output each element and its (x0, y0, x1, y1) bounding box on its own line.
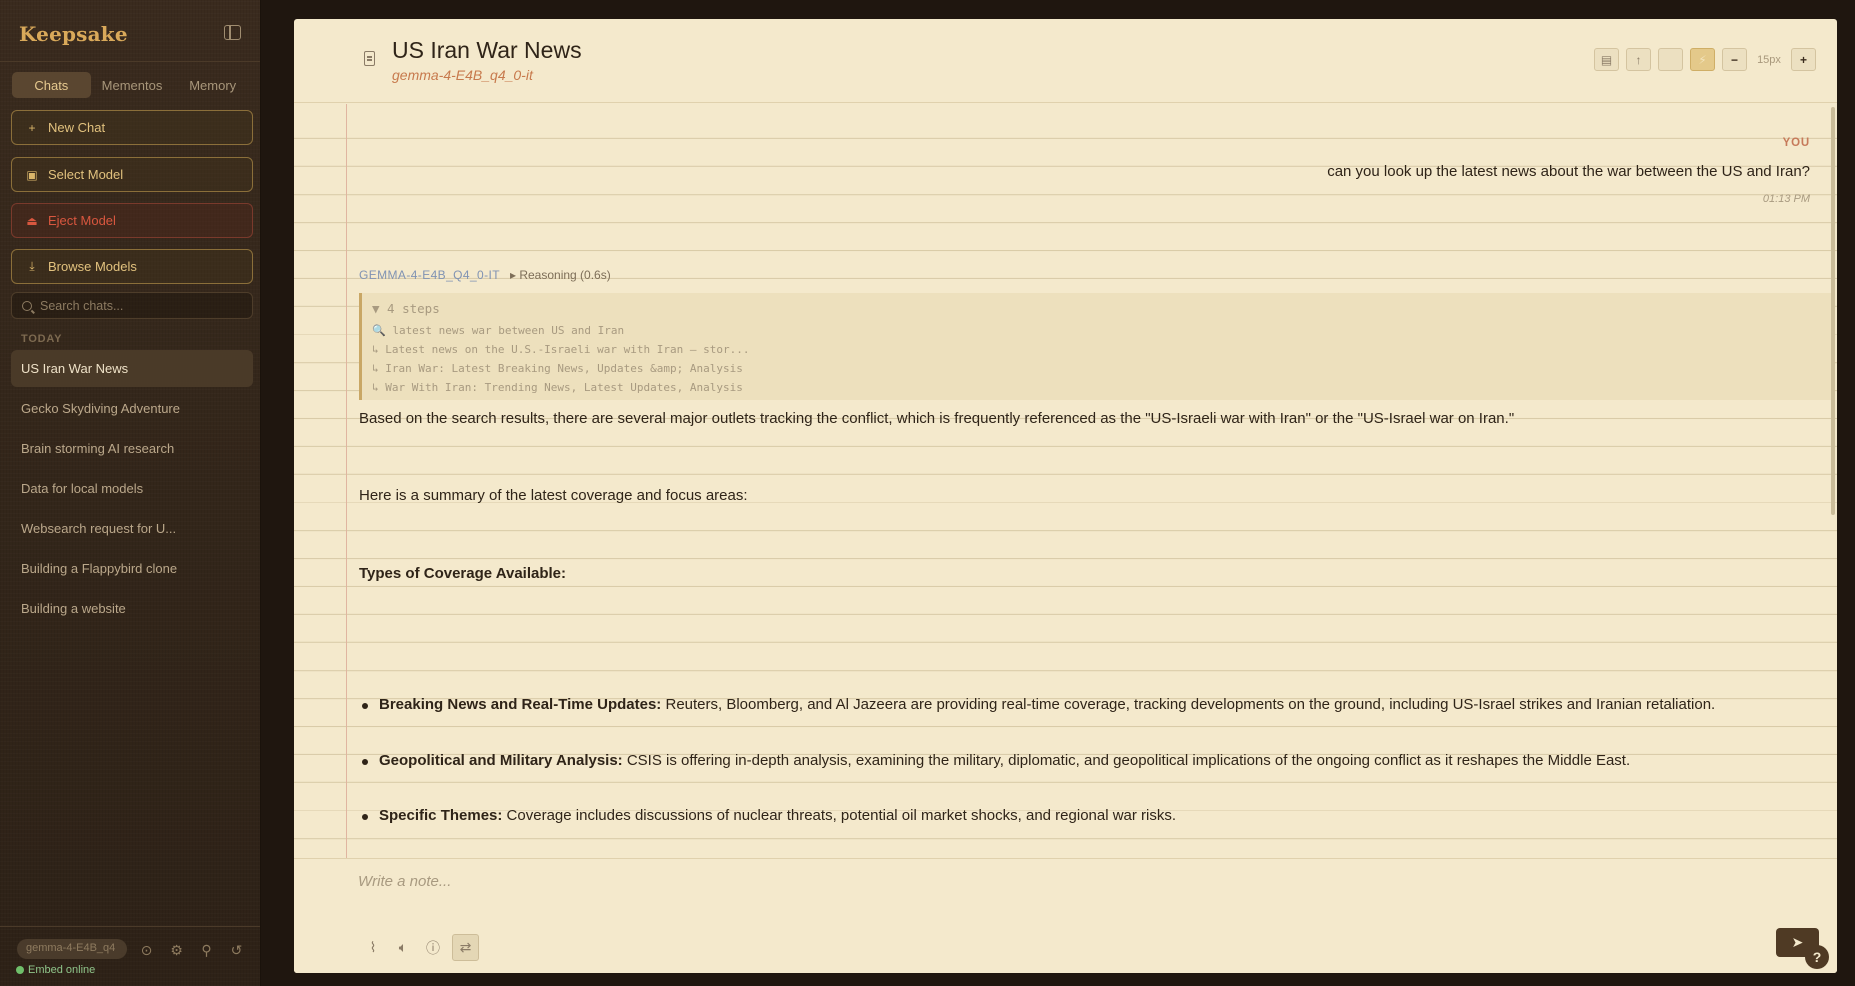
font-decrease-button[interactable]: − (1722, 48, 1747, 71)
eject-icon: ⏏ (26, 213, 38, 228)
chat-item[interactable]: Building a Flappybird clone (11, 550, 253, 587)
bullet-text: Coverage includes discussions of nuclear… (502, 807, 1177, 824)
browse-models-button[interactable]: ⤓ Browse Models (11, 249, 253, 284)
user-label: YOU (1782, 137, 1810, 149)
tab-memory[interactable]: Memory (173, 72, 252, 98)
chat-panel: US Iran War News gemma-4-E4B_q4_0-it ▤ ↑… (294, 19, 1837, 973)
composer-tools: ⌇ 🔈︎ ⓘ ⇄ (362, 934, 479, 961)
upload-icon[interactable]: ↑ (1626, 48, 1651, 71)
export-doc-icon[interactable]: ▤ (1594, 48, 1619, 71)
font-size-readout: 15px (1757, 53, 1781, 66)
section-today-label: TODAY (21, 333, 63, 345)
step-line: ↳ Iran War: Latest Breaking News, Update… (372, 362, 743, 375)
speaker-icon[interactable]: 🔈︎ (392, 937, 414, 959)
chat-item[interactable]: US Iran War News (11, 350, 253, 387)
new-chat-button[interactable]: + New Chat (11, 110, 253, 145)
chat-item[interactable]: Data for local models (11, 470, 253, 507)
notebook-icon (364, 51, 375, 66)
plus-icon: + (28, 120, 36, 135)
chat-item[interactable]: Brain storming AI research (11, 430, 253, 467)
reasoning-toggle[interactable]: ▸ Reasoning (0.6s) (510, 268, 611, 282)
user-message: can you look up the latest news about th… (1327, 163, 1810, 180)
assistant-summary: Here is a summary of the latest coverage… (359, 487, 748, 504)
note-input[interactable] (358, 873, 1738, 903)
chip-icon: ▣ (26, 167, 38, 182)
paperclip-icon[interactable]: ⌇ (362, 937, 384, 959)
lightning-icon[interactable]: ⚡ (1690, 48, 1715, 71)
chat-header: US Iran War News gemma-4-E4B_q4_0-it ▤ ↑… (294, 19, 1837, 103)
assistant-name: GEMMA-4-E4B_Q4_0-IT (359, 268, 500, 282)
model-subtitle: gemma-4-E4B_q4_0-it (392, 67, 533, 83)
sidebar: Keepsake Chats Mementos Memory + New Cha… (0, 0, 261, 986)
list-item: Geopolitical and Military Analysis: CSIS… (359, 752, 1819, 769)
eject-model-label: Eject Model (48, 213, 116, 228)
bullet-text: Reuters, Bloomberg, and Al Jazeera are p… (661, 696, 1716, 713)
embed-status: Embed online (16, 964, 95, 976)
header-toolbar: ▤ ↑ ⚡ − 15px + (1594, 48, 1816, 71)
margin-line (346, 104, 347, 973)
search-input[interactable] (40, 298, 240, 313)
settings-alt-icon[interactable]: ⊙ (138, 942, 155, 959)
sidebar-header: Keepsake (0, 0, 260, 62)
history-icon[interactable]: ↺ (228, 942, 245, 959)
status-dot-icon (16, 966, 24, 974)
chat-item[interactable]: Gecko Skydiving Adventure (11, 390, 253, 427)
bullet-text: CSIS is offering in-depth analysis, exam… (622, 752, 1631, 769)
assistant-heading: Types of Coverage Available: (359, 565, 567, 582)
step-line: 🔍 latest news war between US and Iran (372, 324, 625, 337)
help-circle-icon[interactable]: ⓘ (422, 937, 444, 959)
sidebar-footer: gemma-4-E4B_q4 Embed online ⊙ ⚙ ⚲ ↺ (0, 926, 260, 986)
font-increase-button[interactable]: + (1791, 48, 1816, 71)
conversation-lined-paper (294, 104, 1837, 858)
chat-list: US Iran War News Gecko Skydiving Adventu… (11, 350, 253, 630)
new-chat-label: New Chat (48, 120, 106, 135)
eject-model-button[interactable]: ⏏ Eject Model (11, 203, 253, 238)
chat-item[interactable]: Building a website (11, 590, 253, 627)
download-icon: ⤓ (29, 259, 35, 273)
chat-search (11, 292, 253, 319)
browse-models-label: Browse Models (48, 259, 137, 274)
steps-toggle[interactable]: ▼ 4 steps (372, 301, 1831, 316)
repeat-icon[interactable]: ⇄ (452, 934, 479, 961)
list-item: Specific Themes: Coverage includes discu… (359, 807, 1819, 824)
page-title: US Iran War News (392, 37, 582, 63)
bullet-title: Breaking News and Real-Time Updates: (379, 696, 662, 713)
step-line: ↳ Latest news on the U.S.-Israeli war wi… (372, 343, 750, 356)
assistant-header: GEMMA-4-E4B_Q4_0-IT ▸ Reasoning (0.6s) (359, 268, 611, 282)
gear-icon[interactable]: ⚙ (168, 942, 185, 959)
step-line: ↳ War With Iran: Trending News, Latest U… (372, 381, 743, 394)
message-timestamp: 01:13 PM (1762, 193, 1810, 205)
user-icon[interactable]: ⚲ (198, 942, 215, 959)
tool-steps-panel: ▼ 4 steps 🔍 latest news war between US a… (359, 293, 1831, 400)
chat-item[interactable]: Websearch request for U... (11, 510, 253, 547)
footer-icons: ⊙ ⚙ ⚲ ↺ (138, 942, 245, 959)
composer: ⌇ 🔈︎ ⓘ ⇄ ➤ (294, 858, 1837, 973)
app-logo: Keepsake (19, 22, 128, 46)
select-model-button[interactable]: ▣ Select Model (11, 157, 253, 192)
search-icon (22, 300, 32, 311)
scrollbar[interactable] (1831, 107, 1835, 515)
tab-mementos[interactable]: Mementos (93, 72, 172, 98)
assistant-intro: Based on the search results, there are s… (359, 410, 1515, 427)
sidebar-tabs: Chats Mementos Memory (12, 72, 252, 98)
model-pill[interactable]: gemma-4-E4B_q4 (17, 939, 127, 959)
send-icon: ➤ (1791, 934, 1804, 950)
embed-status-label: Embed online (28, 964, 96, 976)
collapse-sidebar-icon[interactable] (224, 25, 241, 40)
list-item: Breaking News and Real-Time Updates: Reu… (359, 696, 1819, 713)
bullet-title: Specific Themes: (379, 807, 503, 824)
help-button[interactable]: ? (1805, 945, 1829, 969)
tab-chats[interactable]: Chats (12, 72, 91, 98)
blank-toggle-icon[interactable] (1658, 48, 1683, 71)
select-model-label: Select Model (48, 167, 124, 182)
bullet-title: Geopolitical and Military Analysis: (379, 752, 623, 769)
